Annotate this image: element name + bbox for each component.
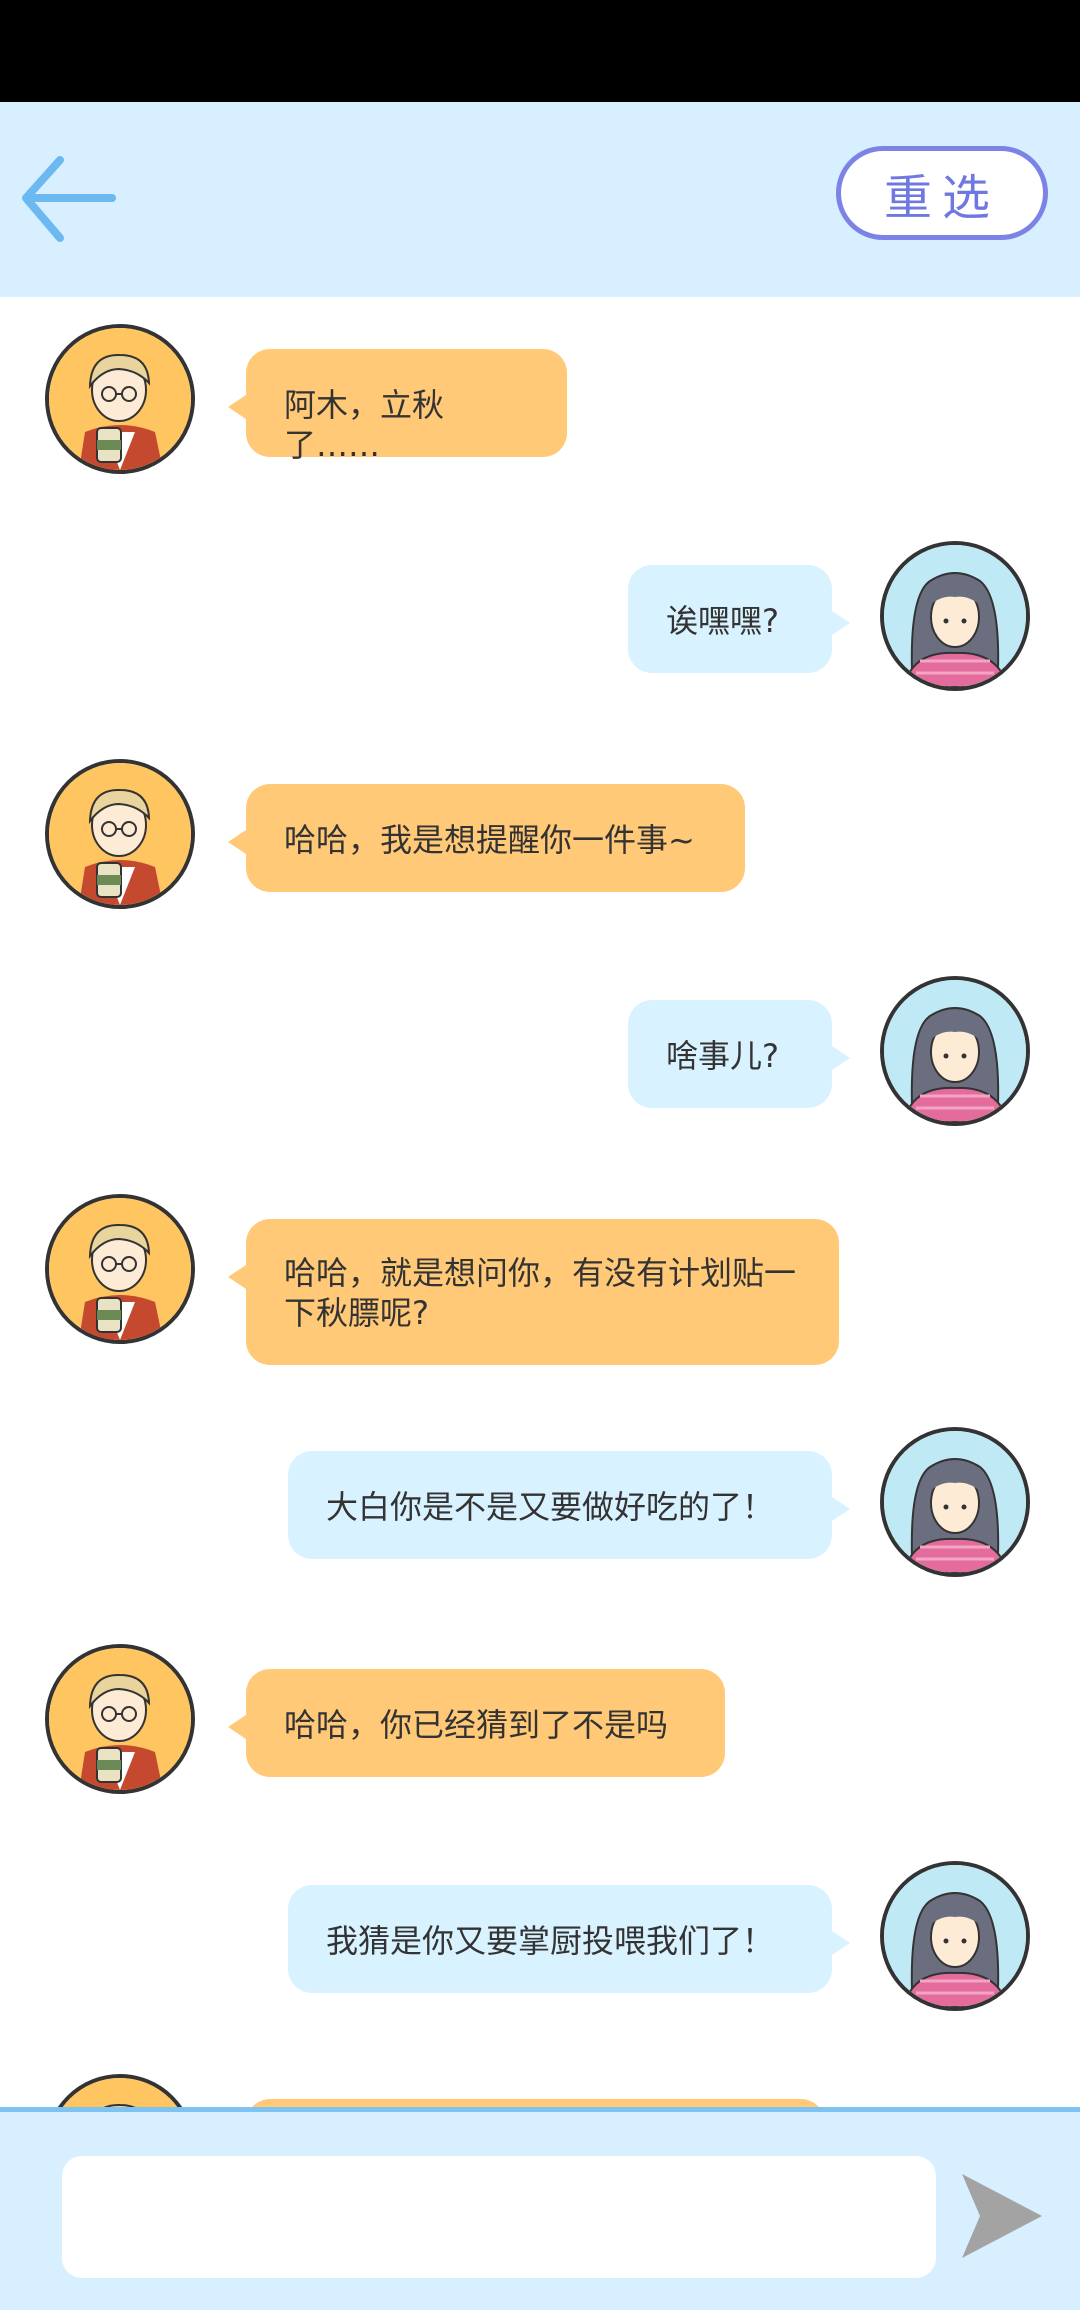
girl-avatar	[880, 1861, 1030, 2011]
chat-message-right: 啥事儿?	[0, 972, 1080, 1172]
arrow-left-icon	[22, 156, 116, 242]
status-bar	[0, 0, 1080, 102]
send-arrow-icon	[962, 2174, 1042, 2258]
message-bubble: 哈哈，就是想问你，有没有计划贴一下秋膘呢?	[228, 1219, 839, 1365]
boy-avatar	[45, 759, 195, 909]
message-bubble: 诶嘿嘿?	[628, 565, 850, 673]
message-bubble: 哈哈，我是想提醒你一件事~	[228, 784, 745, 892]
boy-avatar	[45, 324, 195, 474]
message-bubble: 阿木，立秋了……	[228, 349, 567, 464]
message-bubble: 我猜是你又要掌厨投喂我们了！	[288, 1885, 850, 1993]
boy-avatar	[45, 1644, 195, 1794]
send-button[interactable]	[958, 2168, 1044, 2264]
chat-message-right: 大白你是不是又要做好吃的了！	[0, 1423, 1080, 1623]
message-input[interactable]	[62, 2156, 936, 2278]
chat-message-left: 阿木，立秋了……	[0, 297, 1080, 497]
chat-message-left: 哈哈，你已经猜到了不是吗	[0, 1617, 1080, 1817]
message-bubble: 哈哈，你已经猜到了不是吗	[228, 1669, 725, 1777]
chat-area[interactable]: 阿木，立秋了…… 诶嘿嘿? 哈哈，我是想提醒你一件事~ 啥事儿? 哈哈，就是想问…	[0, 297, 1080, 2107]
message-bubble: 大白你是不是又要做好吃的了！	[288, 1451, 850, 1559]
boy-avatar	[45, 1194, 195, 1344]
message-bubble: 啥事儿?	[628, 1000, 850, 1108]
message-bubble	[246, 2099, 825, 2107]
back-button[interactable]	[18, 150, 118, 250]
girl-avatar	[880, 541, 1030, 691]
chat-message-right: 我猜是你又要掌厨投喂我们了！	[0, 1857, 1080, 2057]
boy-avatar	[45, 2074, 195, 2107]
chat-message-left: 哈哈，我是想提醒你一件事~	[0, 732, 1080, 932]
girl-avatar	[880, 976, 1030, 1126]
girl-avatar	[880, 1427, 1030, 1577]
chat-message-left: 哈哈，就是想问你，有没有计划贴一下秋膘呢?	[0, 1167, 1080, 1427]
reset-button[interactable]: 重选	[836, 146, 1048, 240]
chat-message-right: 诶嘿嘿?	[0, 537, 1080, 737]
input-bar	[0, 2107, 1080, 2310]
chat-message-left	[0, 2047, 1080, 2107]
